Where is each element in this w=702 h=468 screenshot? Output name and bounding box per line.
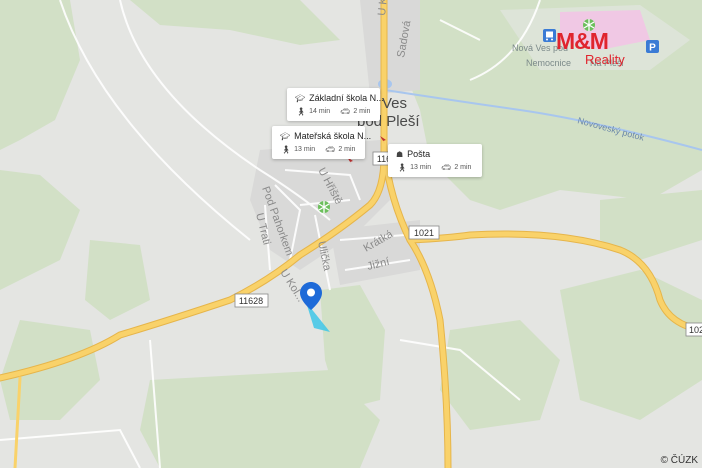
svg-text:P: P [649, 43, 656, 54]
brand-subtitle: Reality [585, 52, 625, 67]
playground-icon [318, 201, 330, 213]
school-icon: 🎓︎ [280, 131, 291, 141]
brand-logo: M&M Reality [556, 30, 625, 67]
map-attribution[interactable]: © ČÚZK [661, 455, 698, 466]
post-office-icon: ☗︎ [396, 149, 404, 159]
walk-time: 13 min [410, 164, 432, 171]
car-icon: 🚗︎ [441, 163, 452, 172]
parking-icon: P [646, 40, 659, 54]
car-icon: 🚗︎ [325, 145, 336, 154]
bus-stop-icon [543, 29, 556, 42]
walk-time: 14 min [309, 108, 331, 115]
poi-name: Základní škola N... [309, 93, 384, 103]
poi-card-elementary-school[interactable]: 🎓︎ Základní škola N... 🚶︎ 14 min 🚗︎ 2 min [287, 88, 384, 121]
car-time: 2 min [338, 146, 356, 153]
car-icon: 🚗︎ [340, 107, 351, 116]
walk-icon: 🚶︎ [397, 163, 408, 172]
road-number-1021: 1021 [414, 228, 434, 238]
poi-card-post-office[interactable]: ☗︎ Pošta 🚶︎ 13 min 🚗︎ 2 min [388, 144, 482, 177]
map-canvas[interactable]: 1021 11628 116 102 Sadová U Hřiště Pod P… [0, 0, 702, 468]
school-icon: 🎓︎ [295, 93, 306, 103]
poi-name: Mateřská škola N... [294, 131, 372, 141]
brand-name: M&M [556, 28, 609, 54]
walk-icon: 🚶︎ [281, 145, 292, 154]
location-pin-icon[interactable] [300, 282, 322, 315]
poi-name: Pošta [407, 149, 431, 159]
road-number-11628: 11628 [239, 296, 263, 306]
car-time: 2 min [454, 164, 472, 171]
poi-card-kindergarten[interactable]: 🎓︎ Mateřská škola N... 🚶︎ 13 min 🚗︎ 2 min [272, 126, 371, 159]
road-number-102: 102 [689, 325, 702, 335]
car-time: 2 min [353, 108, 371, 115]
walk-icon: 🚶︎ [296, 107, 307, 116]
walk-time: 13 min [294, 146, 316, 153]
town-name-line1: Ves [382, 95, 407, 112]
